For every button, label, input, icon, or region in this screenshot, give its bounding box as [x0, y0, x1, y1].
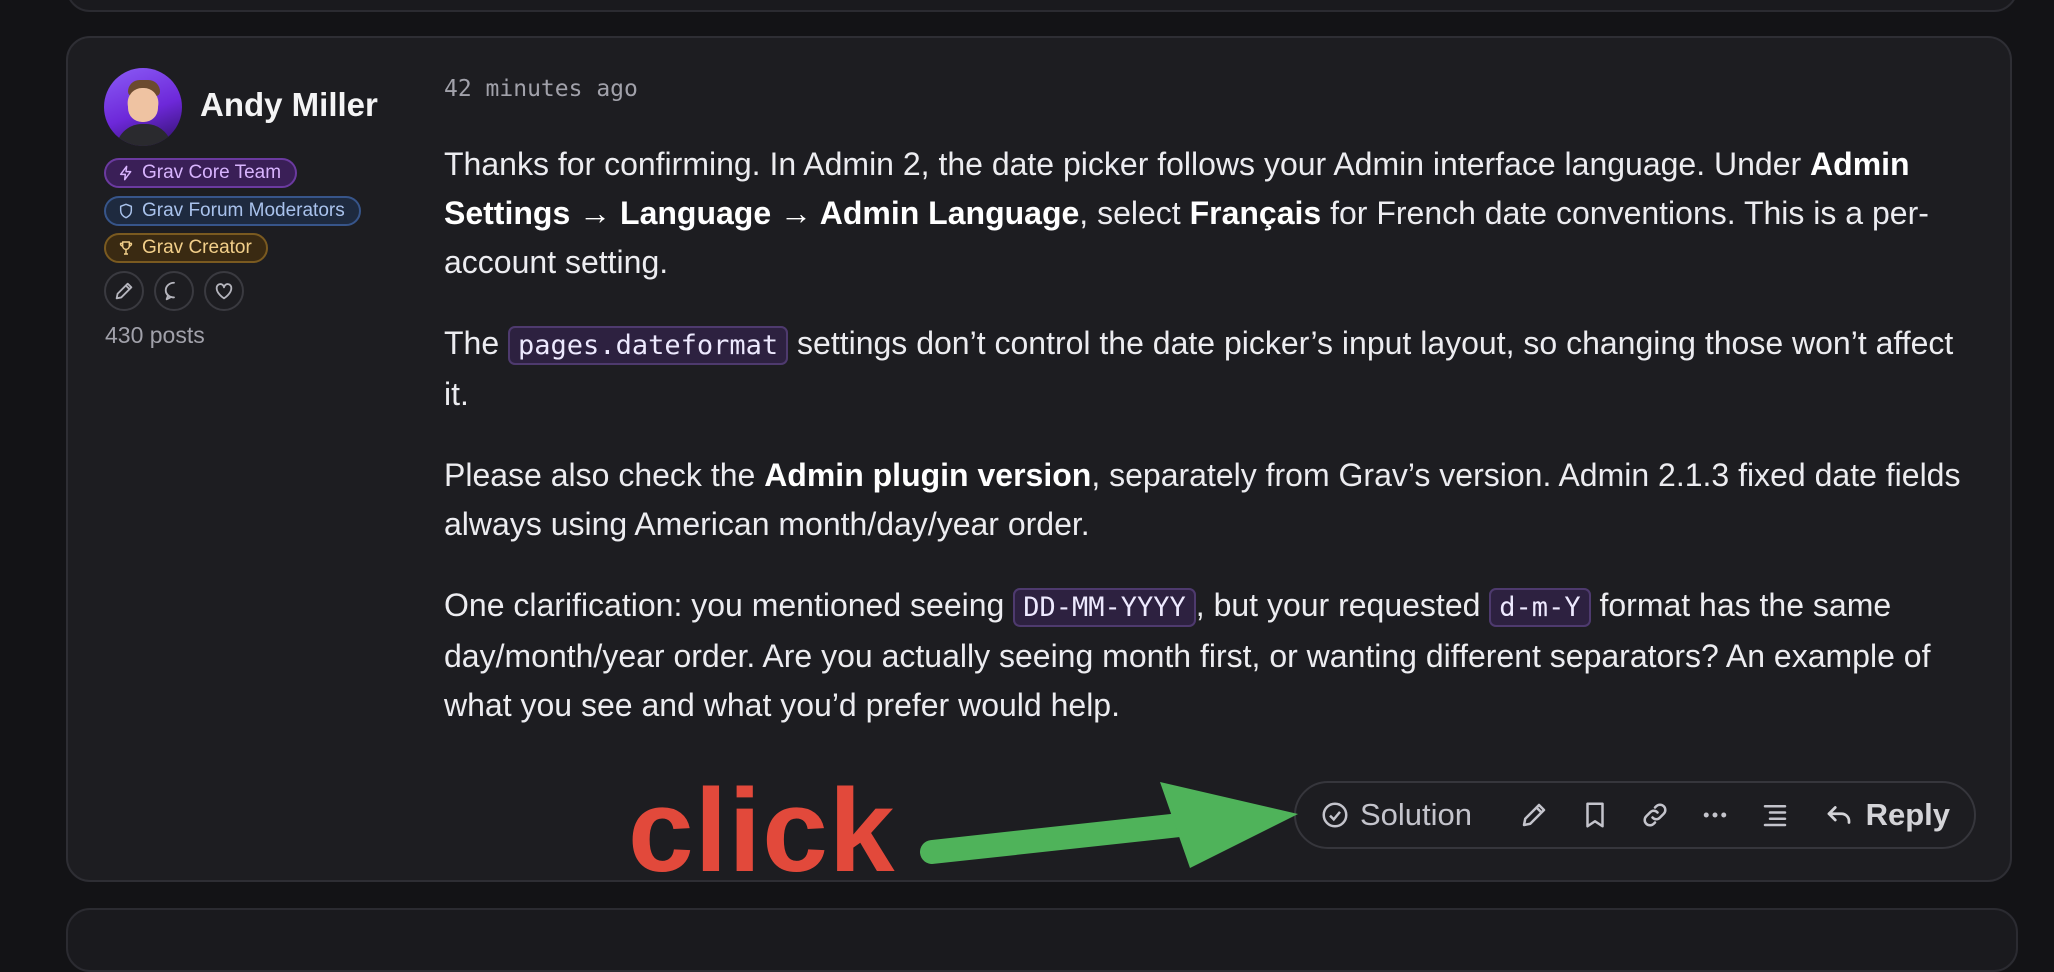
reply-button[interactable]: Reply: [1824, 783, 1950, 847]
thread-icon: [1764, 805, 1787, 827]
paragraph: One clarification: you mentioned seeing …: [444, 587, 1931, 723]
post-count: 430 posts: [105, 322, 205, 348]
annotation-arrow: [920, 782, 1298, 868]
trophy-icon: [119, 241, 133, 255]
badge-grav-creator[interactable]: Grav Creator: [104, 233, 268, 263]
solution-button[interactable]: Solution: [1320, 783, 1472, 847]
bolt-icon: [119, 165, 132, 181]
link-icon: [1643, 803, 1667, 827]
badge-core-team[interactable]: Grav Core Team: [104, 158, 298, 188]
post-toolbar: Solution Reply: [1294, 781, 1976, 849]
edit-button[interactable]: [1504, 783, 1564, 847]
thread-button[interactable]: [1745, 783, 1805, 847]
post-body: Thanks for confirming. In Admin 2, the d…: [444, 140, 1984, 762]
avatar[interactable]: [104, 68, 182, 146]
paragraph: Please also check the Admin plugin versi…: [444, 457, 1961, 542]
bookmark-icon: [1585, 802, 1604, 828]
solution-label: Solution: [1360, 797, 1473, 832]
bookmark-button[interactable]: [1564, 783, 1624, 847]
pencil-icon: [1522, 803, 1546, 827]
reply-arrow-icon: [1827, 806, 1850, 824]
click-annotation-label: click: [628, 765, 896, 897]
badge-label: Grav Forum Moderators: [142, 200, 345, 221]
inline-code: pages.dateformat: [508, 326, 789, 365]
more-icon: [1703, 812, 1727, 818]
shield-icon: [119, 203, 133, 219]
heart-icon[interactable]: [204, 271, 244, 311]
inline-code: DD-MM-YYYY: [1013, 588, 1196, 627]
inline-code: d-m-Y: [1489, 588, 1591, 627]
badge-label: Grav Creator: [142, 237, 252, 258]
copy-link-button[interactable]: [1625, 783, 1685, 847]
paragraph: Thanks for confirming. In Admin 2, the d…: [444, 146, 1929, 280]
chat-bubble-icon[interactable]: [154, 271, 194, 311]
author-actions: [104, 271, 244, 311]
previous-post-card: [66, 0, 2018, 12]
more-button[interactable]: [1685, 783, 1745, 847]
post-timestamp[interactable]: 42 minutes ago: [444, 76, 638, 102]
author-name[interactable]: Andy Miller: [200, 86, 378, 124]
pencil-icon[interactable]: [104, 271, 144, 311]
paragraph: The pages.dateformat settings don’t cont…: [444, 325, 1954, 412]
reply-label: Reply: [1865, 797, 1951, 832]
next-post-card: [66, 908, 2018, 972]
badge-forum-moderators[interactable]: Grav Forum Moderators: [104, 196, 361, 226]
badge-label: Grav Core Team: [142, 162, 282, 183]
check-circle-icon: [1322, 802, 1348, 828]
